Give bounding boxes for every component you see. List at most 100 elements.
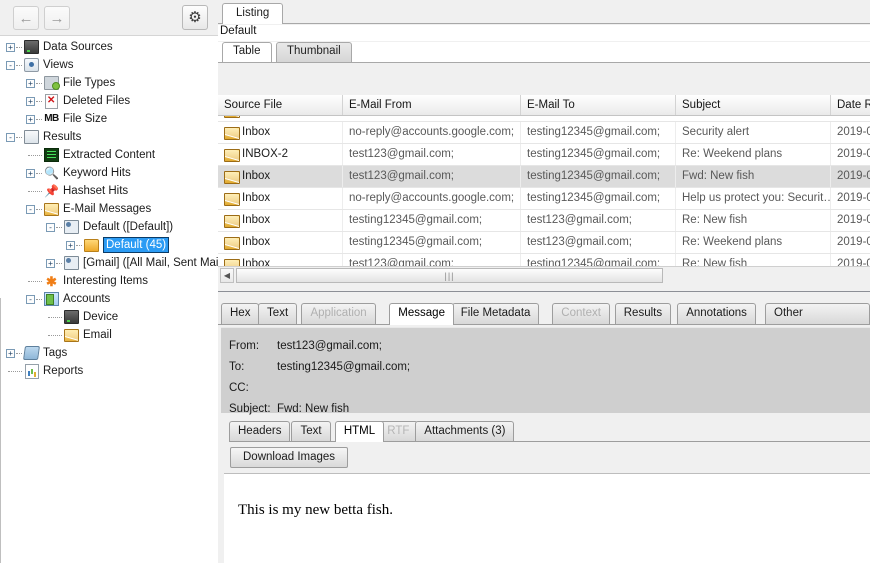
- body-tab-text[interactable]: Text: [291, 421, 330, 441]
- view-tabs[interactable]: TableThumbnail: [218, 42, 870, 62]
- tree-expander-icon[interactable]: +: [26, 115, 35, 124]
- tree-item-default-default[interactable]: -Default ([Default]): [0, 218, 218, 236]
- tree-view[interactable]: +Data Sources-Views+File Types+Deleted F…: [0, 36, 218, 563]
- tree-item-accounts[interactable]: -Accounts: [0, 290, 218, 308]
- cell-source: Inbox: [218, 188, 343, 209]
- table-top-padding: [218, 63, 870, 95]
- tree-item-hashset-hits[interactable]: 📌Hashset Hits: [0, 182, 218, 200]
- tree-expander-icon[interactable]: -: [6, 133, 15, 142]
- detail-tabs[interactable]: HexTextApplicationMessageFile MetadataCo…: [218, 303, 870, 325]
- cell-from: test123@gmail.com;: [343, 166, 521, 187]
- tree-item-views[interactable]: -Views: [0, 56, 218, 74]
- body-tab-label: Text: [300, 425, 321, 437]
- tree-item-label: Keyword Hits: [63, 164, 131, 182]
- tree-item-file-types[interactable]: +File Types: [0, 74, 218, 92]
- asterisk-icon: ✱: [44, 274, 59, 288]
- detail-tab-application: Application: [301, 303, 375, 324]
- view-tab-thumbnail[interactable]: Thumbnail: [276, 42, 352, 62]
- tab-listing[interactable]: Listing: [222, 3, 283, 24]
- cell-date: 2019-06-: [831, 122, 870, 143]
- tree-item-device[interactable]: Device: [0, 308, 218, 326]
- tree-expander-icon[interactable]: -: [6, 61, 15, 70]
- table-body[interactable]: Inboxno-reply@accounts.google.com;testin…: [218, 116, 870, 266]
- tab-listing-label: Listing: [236, 7, 269, 19]
- cell-to: testing12345@gmail.com;: [521, 144, 676, 165]
- tree-item-tags[interactable]: + Tags: [0, 344, 218, 362]
- tree-item-extracted-content[interactable]: Extracted Content: [0, 146, 218, 164]
- tree-item-interesting-items[interactable]: ✱ Interesting Items: [0, 272, 218, 290]
- tree-expander-icon[interactable]: +: [26, 97, 35, 106]
- table-row[interactable]: Inboxno-reply@accounts.google.com;testin…: [218, 122, 870, 144]
- message-header-value: testing12345@gmail.com;: [277, 357, 410, 377]
- table-row[interactable]: Inboxtesting12345@gmail.com;test123@gmai…: [218, 210, 870, 232]
- deleted-file-icon: [44, 94, 59, 108]
- tree-item-file-size[interactable]: +MBFile Size: [0, 110, 218, 128]
- tree-item-keyword-hits[interactable]: +🔍Keyword Hits: [0, 164, 218, 182]
- body-tab-label: Headers: [238, 425, 281, 437]
- tree-expander-icon[interactable]: -: [26, 205, 35, 214]
- back-button[interactable]: ←: [13, 6, 39, 30]
- table-row[interactable]: Inboxno-reply@accounts.google.com;testin…: [218, 188, 870, 210]
- table-row[interactable]: Inboxtest123@gmail.com;testing12345@gmai…: [218, 166, 870, 188]
- detail-tab-results[interactable]: Results: [615, 303, 671, 324]
- forward-button[interactable]: →: [44, 6, 70, 30]
- column-header-date-rec[interactable]: Date Rec: [831, 95, 870, 115]
- column-header-source-file[interactable]: Source File: [218, 95, 343, 115]
- tree-item-label: Email: [83, 326, 112, 344]
- body-tab-headers[interactable]: Headers: [229, 421, 290, 441]
- cell-source: Inbox: [218, 254, 343, 266]
- horizontal-scrollbar[interactable]: ◀ |||: [218, 266, 870, 284]
- tree-item-e-mail-messages[interactable]: -E-Mail Messages: [0, 200, 218, 218]
- message-body-tabs[interactable]: HeadersTextHTMLRTFAttachments (3): [229, 421, 870, 442]
- column-header-e-mail-to[interactable]: E-Mail To: [521, 95, 676, 115]
- tree-item-label: Interesting Items: [63, 272, 148, 290]
- settings-button[interactable]: ⚙: [182, 5, 208, 30]
- detail-tab-text[interactable]: Text: [258, 303, 297, 324]
- cell-to: testing12345@gmail.com;: [521, 188, 676, 209]
- tree-item-data-sources[interactable]: +Data Sources: [0, 38, 218, 56]
- tree-item-results[interactable]: -Results: [0, 128, 218, 146]
- gear-icon: ⚙: [188, 10, 201, 25]
- column-header-e-mail-from[interactable]: E-Mail From: [343, 95, 521, 115]
- table-row[interactable]: Inboxtest123@gmail.com;testing12345@gmai…: [218, 254, 870, 266]
- tree-item-email[interactable]: Email: [0, 326, 218, 344]
- table-row[interactable]: INBOX-2test123@gmail.com;testing12345@gm…: [218, 144, 870, 166]
- tree-expander-icon[interactable]: -: [46, 223, 55, 232]
- table-header-row: Source FileE-Mail FromE-Mail ToSubjectDa…: [218, 95, 870, 116]
- detail-tab-file-metadata[interactable]: File Metadata: [452, 303, 540, 324]
- body-tab-html[interactable]: HTML: [335, 421, 384, 442]
- scroll-left-button[interactable]: ◀: [220, 268, 234, 283]
- pin-icon: 📌: [44, 184, 59, 198]
- tree-expander-icon[interactable]: +: [46, 259, 55, 268]
- tree-item-label: Extracted Content: [63, 146, 155, 164]
- download-images-button[interactable]: Download Images: [230, 447, 348, 468]
- column-header-subject[interactable]: Subject: [676, 95, 831, 115]
- body-tab-attachments-3-[interactable]: Attachments (3): [415, 421, 514, 441]
- detail-tab-other-occurrences[interactable]: Other Occurrences: [765, 303, 870, 324]
- view-tab-table[interactable]: Table: [222, 42, 272, 62]
- detail-tab-annotations[interactable]: Annotations: [677, 303, 756, 324]
- scrollbar-grip-icon: |||: [444, 271, 454, 281]
- table-row[interactable]: Inboxtesting12345@gmail.com;test123@gmai…: [218, 232, 870, 254]
- message-header-key: From:: [229, 336, 259, 356]
- tree-expander-icon[interactable]: +: [6, 349, 15, 358]
- tree-item-label: Tags: [43, 344, 67, 362]
- tree-expander-icon[interactable]: +: [6, 43, 15, 52]
- tree-item-default-45[interactable]: +Default (45): [0, 236, 218, 254]
- tree-item-gmail-all-mail-sent-mail[interactable]: +[Gmail] ([All Mail, Sent Mail]): [0, 254, 218, 272]
- tree-expander-icon[interactable]: -: [26, 295, 35, 304]
- tree-expander-icon[interactable]: +: [66, 241, 75, 250]
- message-header-key: Subject: Fwd: New fish: [229, 403, 349, 415]
- tree-item-deleted-files[interactable]: +Deleted Files: [0, 92, 218, 110]
- detail-tab-message[interactable]: Message: [389, 303, 454, 325]
- tree-item-reports[interactable]: Reports: [0, 362, 218, 380]
- cell-source: Inbox: [218, 122, 343, 143]
- scrollbar-thumb[interactable]: |||: [236, 268, 663, 283]
- tree-expander-icon[interactable]: +: [26, 169, 35, 178]
- tree-expander-icon[interactable]: +: [26, 79, 35, 88]
- detail-tab-hex[interactable]: Hex: [221, 303, 259, 324]
- cell-from: test123@gmail.com;: [343, 254, 521, 266]
- html-preview: This is my new betta fish.: [224, 473, 870, 563]
- cell-from: no-reply@accounts.google.com;: [343, 122, 521, 143]
- cell-subject: Re: New fish: [676, 210, 831, 231]
